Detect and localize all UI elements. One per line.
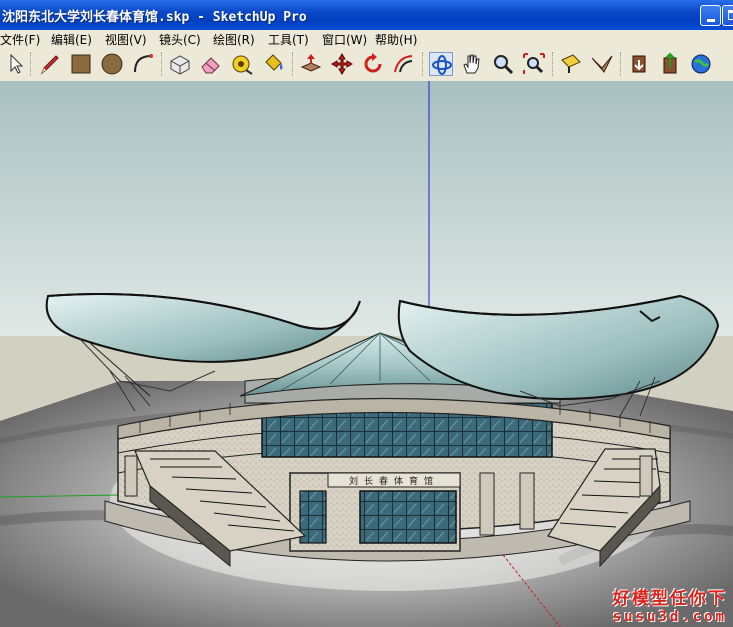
get-models-icon[interactable] [627, 52, 651, 76]
main-toolbar [0, 48, 733, 82]
zoom-extents-icon[interactable] [522, 52, 546, 76]
rectangle-icon[interactable] [69, 52, 93, 76]
tape-measure-icon[interactable] [230, 52, 254, 76]
push-pull-icon[interactable] [299, 52, 323, 76]
rotate-icon[interactable] [361, 52, 385, 76]
watermark-line2: susu3d.com [612, 609, 727, 625]
menu-bar: 文件(F) 编辑(E) 视图(V) 镜头(C) 绘图(R) 工具(T) 窗口(W… [0, 30, 733, 48]
google-earth-icon[interactable] [689, 52, 713, 76]
position-camera-icon[interactable] [559, 52, 583, 76]
title-bar: 沈阳东北大学刘长春体育馆.skp - SketchUp Pro [0, 0, 733, 30]
move-icon[interactable] [330, 52, 354, 76]
zoom-icon[interactable] [491, 52, 515, 76]
model-viewport[interactable]: 刘长春体育馆 好模型任你下 susu3d.com [0, 81, 733, 627]
menu-camera[interactable]: 镜头(C) [159, 31, 201, 48]
stadium-model-render: 刘长春体育馆 [0, 81, 733, 627]
watermark: 好模型任你下 susu3d.com [613, 584, 727, 625]
make-component-icon[interactable] [168, 52, 192, 76]
maximize-button[interactable] [722, 5, 733, 26]
menu-draw[interactable]: 绘图(R) [213, 31, 255, 48]
minimize-icon [707, 19, 715, 22]
minimize-button[interactable] [700, 5, 721, 26]
building-sign: 刘长春体育馆 [349, 475, 439, 487]
share-model-icon[interactable] [658, 52, 682, 76]
pan-icon[interactable] [460, 52, 484, 76]
offset-icon[interactable] [392, 52, 416, 76]
walk-icon[interactable] [590, 52, 614, 76]
circle-icon[interactable] [100, 52, 124, 76]
arc-icon[interactable] [131, 52, 155, 76]
orbit-icon[interactable] [429, 52, 453, 76]
paint-bucket-icon[interactable] [261, 52, 285, 76]
menu-view[interactable]: 视图(V) [105, 31, 147, 48]
select-icon[interactable] [3, 52, 27, 76]
watermark-line1: 好模型任你下 [613, 589, 727, 609]
menu-window[interactable]: 窗口(W) [322, 31, 367, 48]
menu-help[interactable]: 帮助(H) [375, 31, 417, 48]
menu-edit[interactable]: 编辑(E) [51, 31, 92, 48]
menu-tools[interactable]: 工具(T) [268, 31, 309, 48]
eraser-icon[interactable] [199, 52, 223, 76]
line-pencil-icon[interactable] [38, 52, 62, 76]
menu-file[interactable]: 文件(F) [0, 31, 40, 48]
window-title: 沈阳东北大学刘长春体育馆.skp - SketchUp Pro [2, 10, 307, 25]
maximize-icon [728, 10, 733, 20]
